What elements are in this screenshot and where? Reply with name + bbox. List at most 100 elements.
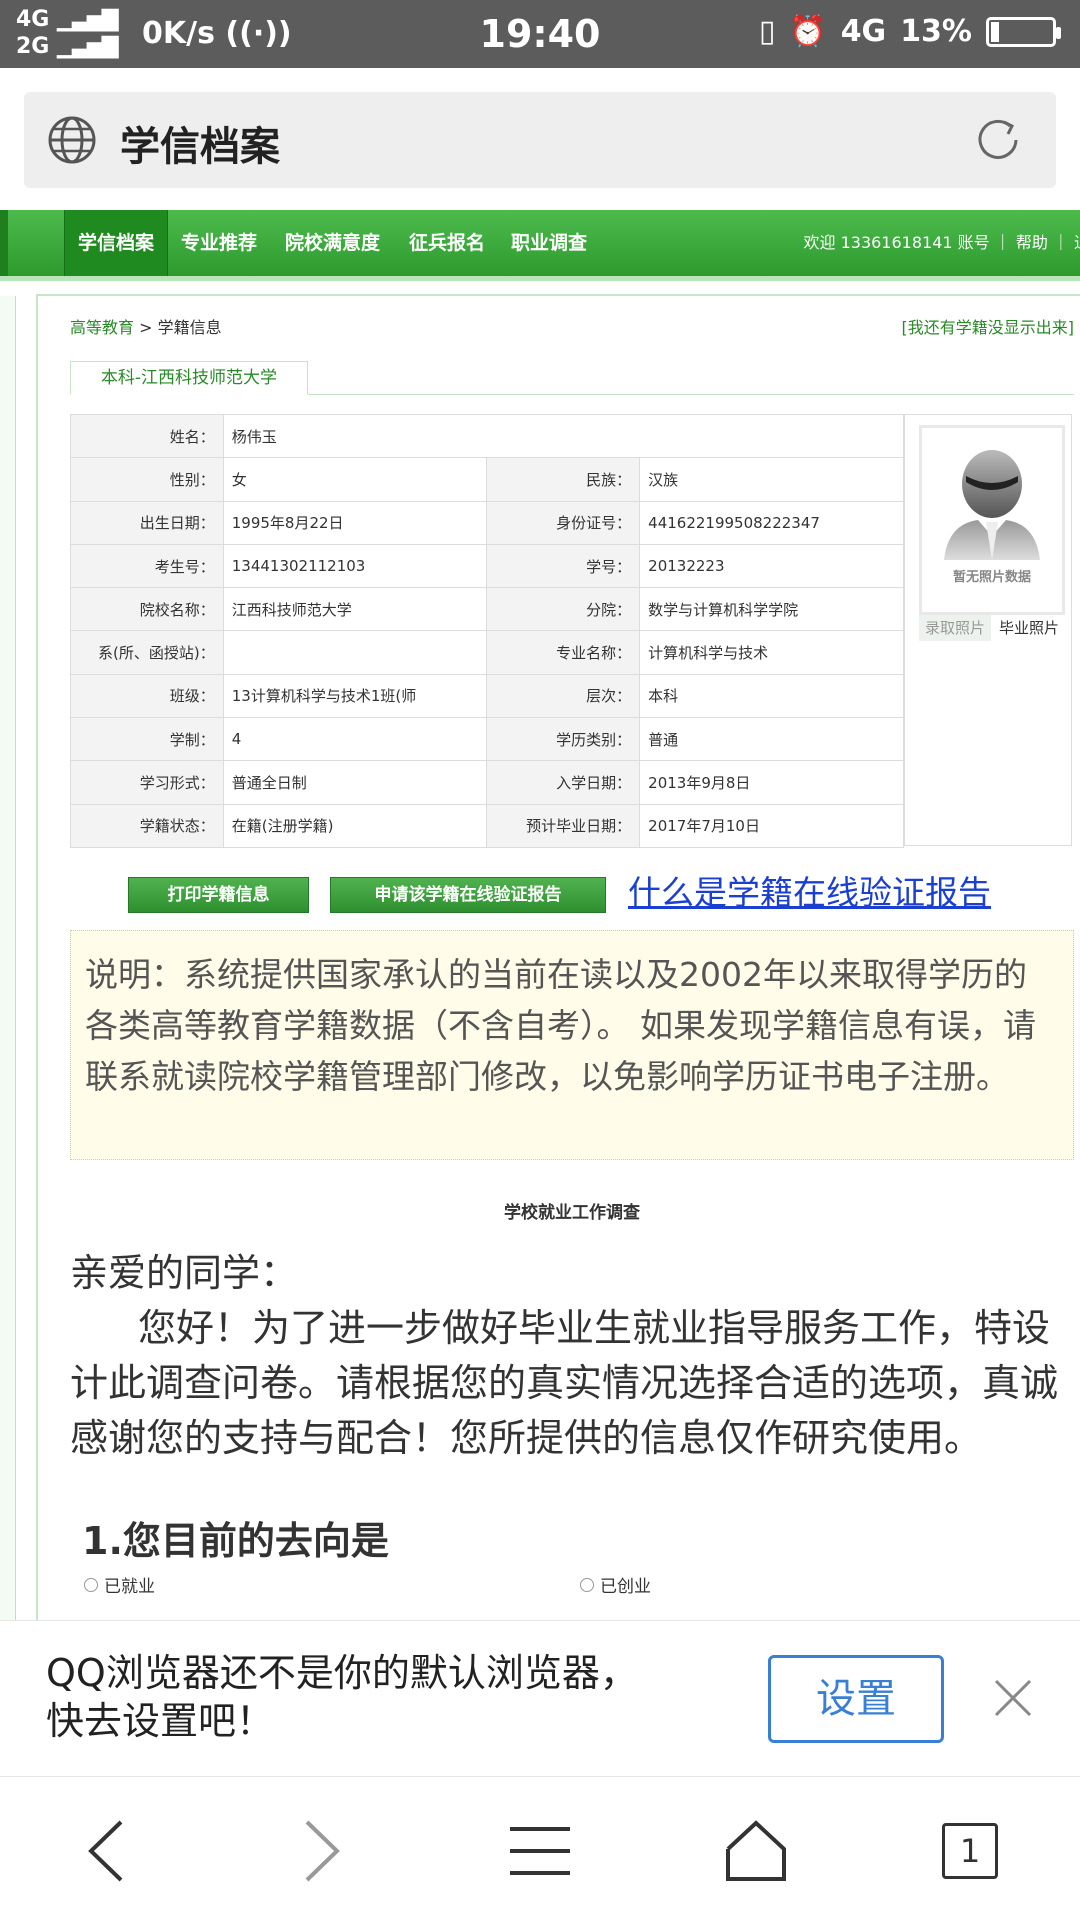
student-info-table: 姓名： 杨伟玉 性别： 女 民族： 汉族 出生日期： 1995年8月22日 身份… (70, 413, 905, 848)
browser-address-area: 学信档案 (0, 68, 1080, 200)
default-browser-banner: QQ浏览器还不是你的默认浏览器， 快去设置吧！ 设置 (0, 1620, 1080, 1776)
battery-icon (986, 16, 1061, 47)
status-value: 在籍(注册学籍) (222, 803, 488, 848)
enroll-date-value: 2013年9月8日 (639, 760, 904, 805)
exam-no-label: 考生号： (70, 543, 224, 589)
notice-box: 说明：系统提供国家承认的当前在读以及2002年以来取得学历的各类高等教育学籍数据… (70, 930, 1074, 1160)
degree-type-label: 学历类别： (486, 717, 641, 762)
page-title: 学信档案 (120, 124, 280, 170)
level-label: 层次： (486, 673, 641, 719)
years-value: 4 (222, 717, 488, 762)
battery-percent: 13% (900, 14, 972, 49)
tab-graduation-photo[interactable]: 毕业照片 (993, 615, 1065, 641)
close-icon[interactable] (990, 1675, 1036, 1721)
dept-label: 系(所、函授站)： (70, 630, 224, 675)
what-is-report-link[interactable]: 什么是学籍在线验证报告 (628, 866, 991, 914)
id-value: 441622199508222347 (639, 500, 904, 545)
level-value: 本科 (639, 673, 904, 719)
survey-body-text: 您好！为了进一步做好毕业生就业指导服务工作，特设计此调查问卷。请根据您的真实情况… (70, 1306, 1059, 1460)
breadcrumb-home[interactable]: 高等教育 (70, 318, 134, 337)
survey-title: 学校就业工作调查 (504, 1203, 640, 1223)
option-employed-label: 已就业 (104, 1577, 155, 1597)
name-label: 姓名： (70, 413, 224, 459)
id-label: 身份证号： (486, 500, 641, 545)
breadcrumb-current: 学籍信息 (157, 318, 222, 337)
record-tab[interactable]: 本科-江西科技师范大学 (70, 361, 308, 395)
gender-value: 女 (222, 457, 488, 502)
nav-underline (0, 276, 1080, 281)
exam-no-value: 13441302112103 (222, 543, 488, 589)
grad-date-value: 2017年7月10日 (639, 803, 904, 848)
option-employed[interactable]: 已就业 (84, 1572, 155, 1597)
network-type-right: 4G (840, 14, 887, 49)
forward-button[interactable] (282, 1815, 362, 1887)
print-button[interactable]: 打印学籍信息 (128, 877, 309, 913)
back-icon (88, 1820, 123, 1882)
menu-icon (510, 1827, 570, 1875)
study-form-label: 学习形式： (70, 760, 224, 805)
tab-count: 1 (942, 1823, 998, 1879)
ethnic-label: 民族： (486, 457, 641, 502)
home-button[interactable] (716, 1815, 796, 1887)
survey-greeting: 亲爱的同学： (70, 1251, 299, 1295)
back-button[interactable] (66, 1815, 146, 1887)
nav-item-xuexin[interactable]: 学信档案 (64, 210, 169, 276)
gender-label: 性别： (70, 457, 224, 502)
study-form-value: 普通全日制 (222, 760, 488, 805)
nav-item-satisfaction[interactable]: 院校满意度 (272, 210, 393, 276)
grad-date-label: 预计毕业日期： (486, 803, 641, 848)
school-label: 院校名称： (70, 587, 224, 632)
welcome-text: 欢迎 13361618141 账号 ｜ 帮助 ｜ 退 (803, 233, 1080, 252)
status-label: 学籍状态： (70, 803, 224, 848)
avatar-placeholder-icon (944, 450, 1040, 560)
class-label: 班级： (70, 673, 224, 719)
college-value: 数学与计算机科学学院 (639, 587, 904, 632)
photo-panel: 暂无照片数据 录取照片 毕业照片 (904, 414, 1072, 846)
student-photo: 暂无照片数据 (919, 425, 1065, 615)
photo-caption: 暂无照片数据 (952, 570, 1031, 585)
major-value: 计算机科学与技术 (639, 630, 904, 675)
left-panel-edge (0, 296, 16, 1620)
school-value: 江西科技师范大学 (222, 587, 488, 632)
nav-item-career-survey[interactable]: 职业调查 (498, 210, 600, 276)
tabs-button[interactable]: 1 (930, 1815, 1010, 1887)
major-label: 专业名称： (486, 630, 641, 675)
menu-button[interactable] (500, 1815, 580, 1887)
home-icon (726, 1820, 786, 1881)
set-default-button[interactable]: 设置 (768, 1655, 944, 1743)
nav-left-edge (0, 210, 8, 276)
degree-type-value: 普通 (639, 717, 904, 762)
class-value: 13计算机科学与技术1班(师 (222, 673, 488, 719)
browser-toolbar: 1 (0, 1776, 1080, 1920)
nav-item-conscription[interactable]: 征兵报名 (396, 210, 498, 276)
vibrate-icon: ▯ (758, 14, 776, 49)
option-startup[interactable]: 已创业 (580, 1572, 651, 1597)
option-startup-label: 已创业 (600, 1577, 651, 1597)
student-no-label: 学号： (486, 543, 641, 589)
dept-value (222, 630, 488, 675)
birth-value: 1995年8月22日 (222, 500, 488, 545)
globe-icon (48, 116, 96, 164)
breadcrumb: 高等教育 > 学籍信息 (70, 318, 222, 337)
missing-record-link[interactable]: [我还有学籍没显示出来] (902, 314, 1075, 338)
survey-intro: 亲爱的同学： 您好！为了进一步做好毕业生就业指导服务工作，特设计此调查问卷。请根… (70, 1246, 1080, 1466)
college-label: 分院： (486, 587, 641, 632)
address-bar[interactable]: 学信档案 (24, 92, 1056, 188)
question-1: 1.您目前的去向是 (82, 1519, 389, 1563)
forward-icon (305, 1820, 340, 1882)
birth-label: 出生日期： (70, 500, 224, 545)
reload-icon[interactable] (970, 112, 1026, 168)
tab-admission-photo[interactable]: 录取照片 (919, 615, 991, 641)
name-value: 杨伟玉 (222, 413, 905, 459)
radio-employed[interactable] (84, 1577, 98, 1592)
nav-item-major-recommend[interactable]: 专业推荐 (168, 210, 270, 276)
banner-message: QQ浏览器还不是你的默认浏览器， 快去设置吧！ (46, 1651, 638, 1743)
status-bar: 4G ▁▃▅▇ 2G ▁▃▅▇ 0K/s ((·)) 19:40 ▯ ⏰ 4G … (0, 0, 1080, 68)
site-nav: 学信档案 专业推荐 院校满意度 征兵报名 职业调查 欢迎 13361618141… (0, 210, 1080, 276)
apply-report-button[interactable]: 申请该学籍在线验证报告 (330, 877, 606, 913)
ethnic-value: 汉族 (639, 457, 904, 502)
years-label: 学制： (70, 717, 224, 762)
student-no-value: 20132223 (639, 543, 904, 589)
enroll-date-label: 入学日期： (486, 760, 641, 805)
radio-startup[interactable] (580, 1577, 594, 1592)
